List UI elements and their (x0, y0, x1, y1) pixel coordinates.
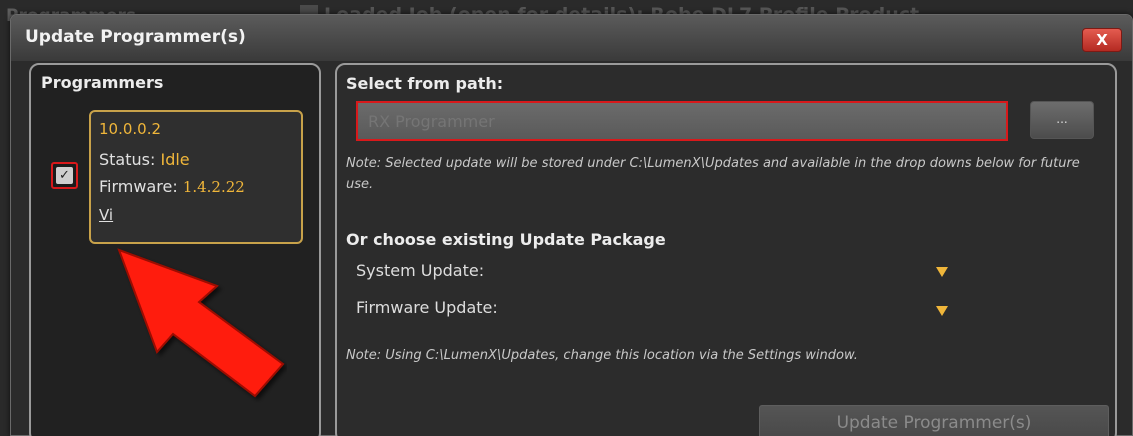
programmers-header: Programmers (41, 73, 164, 92)
programmer-status: Status: Idle (99, 150, 190, 169)
dialog-title: Update Programmer(s) (25, 27, 246, 47)
existing-package-header: Or choose existing Update Package (346, 230, 666, 249)
firmware-label: Firmware: (99, 177, 178, 196)
browse-button[interactable]: ... (1030, 101, 1094, 139)
programmer-details-link[interactable]: Vi (99, 206, 113, 224)
programmer-select-checkbox[interactable]: ✓ (51, 162, 78, 189)
programmer-card[interactable]: 10.0.0.2 Status: Idle Firmware: 1.4.2.22… (89, 110, 303, 244)
update-options-panel: Select from path: ... Note: Selected upd… (335, 63, 1117, 436)
programmers-panel: Programmers ✓ 10.0.0.2 Status: Idle Firm… (29, 63, 321, 436)
chevron-down-icon[interactable] (936, 306, 948, 316)
firmware-value: 1.4.2.22 (182, 178, 245, 196)
update-programmers-dialog: Update Programmer(s) X Programmers ✓ 10.… (10, 14, 1133, 436)
programmer-firmware: Firmware: 1.4.2.22 (99, 177, 245, 196)
location-note: Note: Using C:\LumenX\Updates, change th… (346, 348, 858, 363)
chevron-down-icon[interactable] (936, 267, 948, 277)
firmware-update-dropdown[interactable]: Firmware Update: (356, 298, 956, 324)
update-programmers-button[interactable]: Update Programmer(s) (759, 405, 1109, 436)
update-path-input[interactable] (356, 101, 1008, 141)
status-label: Status: (99, 150, 156, 169)
system-update-label: System Update: (356, 261, 485, 280)
programmer-ip: 10.0.0.2 (99, 120, 162, 138)
checkmark-icon: ✓ (56, 167, 73, 184)
status-value: Idle (160, 150, 190, 169)
close-button[interactable]: X (1082, 28, 1122, 52)
annotation-arrow-icon (117, 248, 287, 403)
select-path-header: Select from path: (346, 74, 504, 93)
system-update-dropdown[interactable]: System Update: (356, 261, 956, 287)
firmware-update-label: Firmware Update: (356, 298, 498, 317)
storage-note: Note: Selected update will be stored und… (346, 156, 1080, 192)
dialog-titlebar[interactable]: Update Programmer(s) X (11, 15, 1132, 61)
